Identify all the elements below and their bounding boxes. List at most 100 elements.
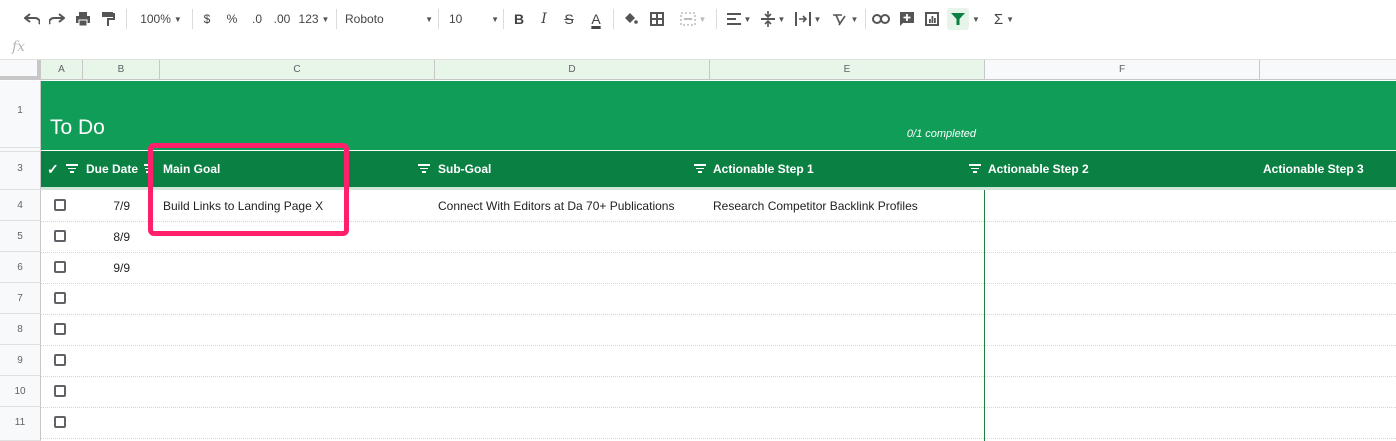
chevron-down-icon: ▼: [491, 14, 499, 24]
filter-icon[interactable]: [418, 164, 430, 174]
percent-label: %: [226, 12, 238, 26]
zoom-value: 100%: [140, 12, 171, 26]
toolbar-separator: [126, 9, 127, 29]
filter-icon[interactable]: [969, 164, 981, 174]
merge-cells-icon[interactable]: ▼: [674, 8, 712, 30]
formula-bar[interactable]: fx: [0, 38, 1396, 60]
row-header-6[interactable]: 6: [0, 252, 41, 283]
row-header-4[interactable]: 4: [0, 190, 41, 221]
toolbar-separator: [503, 9, 504, 29]
sub-goal-cell[interactable]: Connect With Editors at Da 70+ Publicati…: [438, 199, 674, 213]
toolbar-separator: [865, 9, 866, 29]
text-color-button[interactable]: A: [586, 8, 606, 30]
strikethrough-button[interactable]: S: [560, 8, 578, 30]
row-checkbox[interactable]: [54, 385, 66, 397]
row-divider: [41, 407, 1396, 408]
more-formats-button[interactable]: 123 ▼: [298, 8, 330, 30]
chevron-down-icon: ▼: [743, 14, 752, 24]
sum-icon: Σ: [993, 10, 1004, 28]
bold-label: B: [513, 11, 525, 27]
insert-chart-icon[interactable]: [922, 8, 942, 30]
header-check: ✓: [47, 161, 59, 177]
row-header-5[interactable]: 5: [0, 221, 41, 252]
row-checkbox[interactable]: [54, 416, 66, 428]
strikethrough-label: S: [564, 11, 574, 27]
column-header-b[interactable]: B: [83, 60, 160, 80]
row-header-9[interactable]: 9: [0, 345, 41, 376]
row-header-3[interactable]: 3: [0, 152, 41, 190]
row-header-11[interactable]: 11: [0, 407, 41, 441]
header-step-3: Actionable Step 3: [1263, 162, 1364, 176]
row-checkbox[interactable]: [54, 354, 66, 366]
due-date-cell[interactable]: 7/9: [86, 199, 130, 213]
column-header-f[interactable]: F: [985, 60, 1260, 80]
italic-button[interactable]: I: [535, 8, 553, 30]
undo-icon[interactable]: [22, 8, 42, 30]
due-date-cell[interactable]: 9/9: [86, 261, 130, 275]
row-header-10[interactable]: 10: [0, 376, 41, 407]
row-checkbox[interactable]: [54, 323, 66, 335]
row-header-7[interactable]: 7: [0, 283, 41, 314]
bold-button[interactable]: B: [510, 8, 528, 30]
toolbar-separator: [613, 9, 614, 29]
filter-icon[interactable]: [66, 164, 78, 174]
currency-label: $: [203, 12, 211, 26]
row-divider: [41, 252, 1396, 253]
chevron-down-icon: ▼: [972, 14, 980, 24]
due-date-cell[interactable]: 8/9: [86, 230, 130, 244]
borders-icon[interactable]: [647, 8, 667, 30]
row-header-1[interactable]: 1: [0, 81, 41, 148]
align-icon[interactable]: ▼: [724, 8, 754, 30]
chevron-down-icon: ▼: [698, 14, 707, 24]
filter-views-dropdown[interactable]: ▼: [970, 8, 982, 30]
increase-decimal-button[interactable]: .00: [271, 8, 293, 30]
toolbar-separator: [438, 9, 439, 29]
row-checkbox[interactable]: [54, 261, 66, 273]
toolbar-separator: [336, 9, 337, 29]
column-header-g[interactable]: [1260, 60, 1396, 80]
font-size-select[interactable]: 10 ▼: [449, 8, 499, 30]
chevron-down-icon: ▼: [1006, 14, 1015, 24]
row-divider: [41, 314, 1396, 315]
text-color-label: A: [591, 11, 601, 27]
row-checkbox[interactable]: [54, 230, 66, 242]
text-wrap-icon[interactable]: ▼: [792, 8, 824, 30]
paint-format-icon[interactable]: [98, 8, 118, 30]
select-all-corner[interactable]: [0, 60, 41, 80]
column-header-e[interactable]: E: [710, 60, 985, 80]
decrease-decimal-button[interactable]: .0: [247, 8, 267, 30]
header-sub-goal: Sub-Goal: [438, 162, 492, 176]
chevron-down-icon: ▼: [321, 14, 330, 24]
functions-button[interactable]: Σ ▼: [990, 8, 1018, 30]
column-header-c[interactable]: C: [160, 60, 435, 80]
row-checkbox[interactable]: [54, 292, 66, 304]
percent-format-button[interactable]: %: [223, 8, 241, 30]
step-1-cell[interactable]: Research Competitor Backlink Profiles: [713, 199, 918, 213]
row-divider: [41, 283, 1396, 284]
header-step-2: Actionable Step 2: [988, 162, 1089, 176]
insert-comment-icon[interactable]: [897, 8, 917, 30]
increase-decimal-label: .00: [273, 12, 291, 26]
more-formats-label: 123: [298, 12, 319, 26]
fill-color-icon[interactable]: [620, 8, 640, 30]
toolbar-separator: [716, 9, 717, 29]
row-checkbox[interactable]: [54, 199, 66, 211]
redo-icon[interactable]: [47, 8, 67, 30]
insert-link-icon[interactable]: [871, 8, 891, 30]
text-rotation-icon[interactable]: ▼: [829, 8, 861, 30]
filter-icon[interactable]: [694, 164, 706, 174]
chevron-down-icon: ▼: [173, 14, 182, 24]
column-header-a[interactable]: A: [41, 60, 83, 80]
filter-icon[interactable]: [947, 8, 969, 30]
vertical-align-icon[interactable]: ▼: [758, 8, 788, 30]
font-size-value: 10: [449, 12, 463, 26]
font-select[interactable]: Roboto ▼: [345, 8, 433, 30]
column-header-d[interactable]: D: [435, 60, 710, 80]
chevron-down-icon: ▼: [850, 14, 859, 24]
currency-format-button[interactable]: $: [199, 8, 215, 30]
row-header-8[interactable]: 8: [0, 314, 41, 345]
row-divider: [41, 345, 1396, 346]
zoom-select[interactable]: 100% ▼: [133, 8, 189, 30]
print-icon[interactable]: [73, 8, 93, 30]
header-due-date: Due Date: [86, 162, 139, 176]
